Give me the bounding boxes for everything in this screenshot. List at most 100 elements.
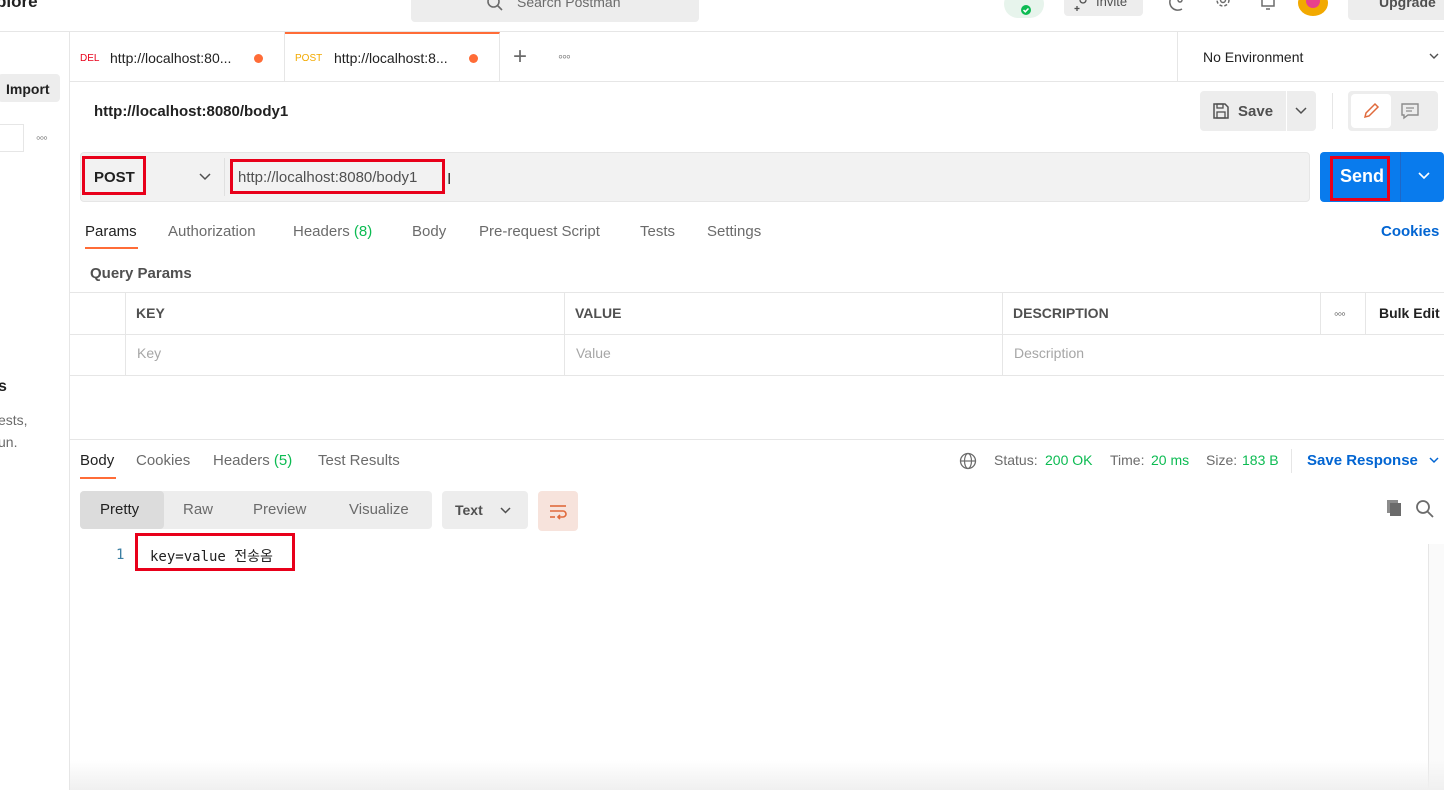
- upgrade-label: Upgrade: [1379, 0, 1436, 10]
- status-label: Status:: [994, 452, 1038, 468]
- globe-icon[interactable]: [959, 452, 977, 470]
- response-tab-headers[interactable]: Headers (5): [213, 452, 292, 469]
- size-value[interactable]: 183 B: [1242, 452, 1279, 468]
- bulk-edit-button[interactable]: Bulk Edit: [1379, 305, 1440, 321]
- comment-icon[interactable]: [1400, 101, 1420, 121]
- request-tab-delete[interactable]: DEL http://localhost:80...: [70, 32, 285, 82]
- format-visualize-button[interactable]: Visualize: [349, 501, 409, 518]
- tab-headers[interactable]: Headers (8): [293, 223, 372, 240]
- unsaved-dot-icon: [469, 54, 478, 63]
- highlight-box: [82, 156, 146, 195]
- unsaved-dot-icon: [254, 54, 263, 63]
- invite-label: Invite: [1096, 0, 1128, 9]
- divider: [1002, 292, 1003, 376]
- highlight-box: [1330, 156, 1390, 201]
- new-tab-plus-icon[interactable]: +: [513, 43, 527, 71]
- table-more-options-icon[interactable]: ◦◦◦: [1334, 306, 1346, 321]
- bottom-edge: [70, 760, 1444, 790]
- search-icon[interactable]: [1415, 499, 1435, 519]
- response-divider[interactable]: [70, 439, 1444, 440]
- response-tab-body[interactable]: Body: [80, 452, 114, 469]
- time-value[interactable]: 20 ms: [1151, 452, 1189, 468]
- tab-params[interactable]: Params: [85, 223, 137, 240]
- satellite-icon[interactable]: [1168, 0, 1188, 12]
- description-input[interactable]: Description: [1014, 345, 1084, 361]
- save-response-button[interactable]: Save Response: [1307, 452, 1418, 469]
- environment-label: No Environment: [1203, 49, 1304, 65]
- time-label: Time:: [1110, 452, 1145, 468]
- divider: [125, 292, 126, 376]
- chevron-down-icon[interactable]: [1417, 170, 1431, 182]
- search-placeholder: Search Postman: [517, 0, 621, 10]
- notifications-bell-icon[interactable]: [1258, 0, 1278, 12]
- tab-url-label: http://localhost:80...: [110, 50, 232, 66]
- chevron-down-icon: [1429, 53, 1439, 59]
- value-input[interactable]: Value: [576, 345, 611, 361]
- copy-icon[interactable]: [1384, 498, 1404, 518]
- query-params-heading: Query Params: [90, 265, 192, 282]
- request-tab-bar: DEL http://localhost:80... POST http://l…: [70, 32, 1444, 82]
- column-header-key: KEY: [136, 305, 165, 321]
- sidebar-filter-input[interactable]: [0, 124, 24, 152]
- scrollbar[interactable]: [1428, 544, 1444, 790]
- format-pretty-label: Pretty: [100, 501, 140, 518]
- import-button[interactable]: Import: [0, 74, 60, 102]
- status-value[interactable]: 200 OK: [1045, 452, 1092, 468]
- format-preview-button[interactable]: Preview: [253, 501, 306, 518]
- tab-method-label: POST: [295, 53, 323, 64]
- line-number: 1: [116, 547, 125, 563]
- cookies-link[interactable]: Cookies: [1381, 223, 1439, 240]
- response-headers-count: (5): [273, 452, 293, 469]
- divider: [1291, 449, 1292, 473]
- tab-url-label: http://localhost:8...: [334, 50, 448, 66]
- left-sidebar: Import ◦◦◦ s ests, un.: [0, 32, 70, 790]
- chevron-down-icon[interactable]: [1294, 105, 1308, 117]
- response-body-line[interactable]: key=value 전송옴: [150, 546, 273, 566]
- content-type-label: Text: [455, 502, 483, 518]
- tab-tests[interactable]: Tests: [640, 223, 675, 240]
- column-header-description: DESCRIPTION: [1013, 305, 1109, 321]
- wrap-lines-icon: [550, 505, 567, 520]
- tab-pre-request-script[interactable]: Pre-request Script: [479, 223, 600, 240]
- avatar[interactable]: [1298, 0, 1328, 16]
- more-options-icon[interactable]: ◦◦◦: [36, 130, 48, 145]
- divider: [70, 375, 1444, 376]
- sidebar-empty-text: un.: [0, 434, 18, 450]
- request-tab-post[interactable]: POST http://localhost:8...: [285, 32, 500, 82]
- divider: [70, 334, 1444, 335]
- headers-count-badge: (8): [353, 223, 373, 240]
- active-tab-indicator: [85, 247, 138, 249]
- chevron-down-icon: [500, 507, 511, 514]
- sidebar-empty-text: ests,: [0, 412, 28, 428]
- chevron-down-icon[interactable]: [1428, 456, 1440, 466]
- search-icon: [487, 0, 503, 11]
- request-title[interactable]: http://localhost:8080/body1: [94, 103, 288, 120]
- key-input[interactable]: Key: [137, 345, 161, 361]
- column-header-value: VALUE: [575, 305, 622, 321]
- format-raw-button[interactable]: Raw: [183, 501, 213, 518]
- save-disk-icon: [1213, 103, 1229, 119]
- chevron-down-icon[interactable]: [198, 171, 212, 183]
- tab-authorization[interactable]: Authorization: [168, 223, 256, 240]
- add-user-icon: [1074, 0, 1087, 11]
- highlight-box: [230, 159, 445, 194]
- divider: [1400, 152, 1401, 202]
- response-tab-cookies[interactable]: Cookies: [136, 452, 190, 469]
- text-cursor-icon: I: [447, 171, 452, 188]
- top-header: plore Search Postman Invite Upgrade: [0, 0, 1444, 32]
- tab-settings[interactable]: Settings: [707, 223, 761, 240]
- response-headers-label: Headers: [213, 452, 270, 469]
- settings-gear-icon[interactable]: [1213, 0, 1233, 12]
- sync-status-icon[interactable]: [1004, 0, 1044, 18]
- divider: [70, 292, 1444, 293]
- pencil-icon: [1363, 102, 1380, 119]
- divider: [224, 158, 225, 196]
- active-tab-indicator: [80, 477, 116, 479]
- tab-body[interactable]: Body: [412, 223, 446, 240]
- divider: [1365, 292, 1366, 334]
- tab-more-options-icon[interactable]: ◦◦◦: [558, 48, 571, 64]
- response-tab-test-results[interactable]: Test Results: [318, 452, 400, 469]
- brand-title[interactable]: plore: [0, 0, 38, 12]
- size-label: Size:: [1206, 452, 1238, 468]
- environment-select[interactable]: No Environment: [1177, 32, 1444, 82]
